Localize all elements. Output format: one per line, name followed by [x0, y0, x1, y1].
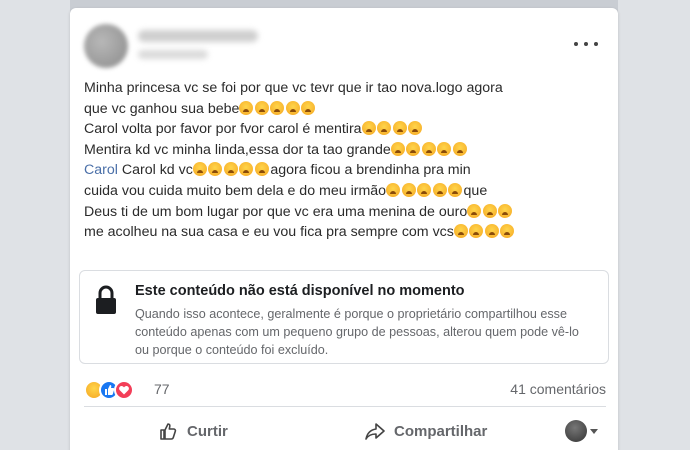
crying-face-icon [254, 162, 269, 177]
comments-count[interactable]: 41 comentários [510, 381, 606, 397]
share-arrow-icon [365, 423, 385, 440]
crying-face-icon [432, 182, 447, 197]
more-options-icon[interactable] [574, 38, 598, 50]
post-stats: 77 41 comentários [84, 378, 606, 402]
crying-face-icon [208, 162, 223, 177]
crying-face-icon [239, 100, 254, 115]
unavailable-title: Este conteúdo não está disponível no mom… [135, 283, 465, 299]
crying-face-icon [452, 141, 467, 156]
like-label: Curtir [187, 422, 228, 440]
post-text: Minha princesa vc se foi por que vc tevr… [84, 78, 614, 243]
author-avatar[interactable] [84, 24, 128, 68]
crying-face-icon [406, 141, 421, 156]
crying-face-icon [448, 182, 463, 197]
post-line: Mentira kd vc minha linda,essa dor ta ta… [84, 140, 614, 161]
post-header [84, 24, 604, 74]
post-line: me acolheu na sua casa e eu vou fica pra… [84, 222, 614, 243]
share-button[interactable]: Compartilhar [364, 414, 487, 448]
crying-face-icon [392, 121, 407, 136]
love-reaction-icon [114, 380, 134, 400]
crying-face-icon [390, 141, 405, 156]
crying-face-icon [361, 121, 376, 136]
post-line: que vc ganhou sua bebe [84, 99, 614, 120]
crying-face-icon [484, 224, 499, 239]
crying-face-icon [453, 224, 468, 239]
crying-face-icon [437, 141, 452, 156]
mention-link[interactable]: Carol [84, 162, 118, 178]
post-line: Deus ti de um bom lugar por que vc era u… [84, 202, 614, 223]
post-card: Minha princesa vc se foi por que vc tevr… [70, 8, 618, 450]
crying-face-icon [301, 100, 316, 115]
crying-face-icon [377, 121, 392, 136]
crying-face-icon [467, 203, 482, 218]
crying-face-icon [482, 203, 497, 218]
crying-face-icon [401, 182, 416, 197]
post-meta-blurred [138, 50, 208, 59]
crying-face-icon [417, 182, 432, 197]
author-name-blurred[interactable] [138, 30, 258, 42]
divider [84, 406, 606, 407]
content-unavailable-box: Este conteúdo não está disponível no mom… [79, 270, 609, 364]
thumbs-up-icon [160, 423, 177, 440]
share-label: Compartilhar [394, 422, 488, 440]
unavailable-description: Quando isso acontece, geralmente é porqu… [135, 307, 579, 357]
post-actions: Curtir Compartilhar [84, 414, 606, 448]
background-left [0, 0, 70, 450]
crying-face-icon [270, 100, 285, 115]
crying-face-icon [192, 162, 207, 177]
crying-face-icon [408, 121, 423, 136]
background-right [618, 0, 690, 450]
chevron-down-icon [590, 428, 598, 434]
crying-face-icon [500, 224, 515, 239]
post-line: Minha princesa vc se foi por que vc tevr… [84, 80, 503, 96]
lock-icon [96, 285, 116, 314]
crying-face-icon [254, 100, 269, 115]
user-avatar [565, 420, 587, 442]
post-line: Carol volta por favor por fvor carol é m… [84, 119, 614, 140]
crying-face-icon [285, 100, 300, 115]
crying-face-icon [386, 182, 401, 197]
audience-selector[interactable] [565, 414, 598, 448]
crying-face-icon [469, 224, 484, 239]
reactions-summary[interactable] [84, 380, 146, 400]
crying-face-icon [239, 162, 254, 177]
crying-face-icon [421, 141, 436, 156]
post-line: cuida vou cuida muito bem dela e do meu … [84, 182, 488, 199]
post-line: Carol Carol kd vc agora ficou a brendinha… [84, 162, 471, 179]
like-button[interactable]: Curtir [159, 414, 228, 448]
crying-face-icon [223, 162, 238, 177]
reactions-count[interactable]: 77 [154, 381, 170, 397]
crying-face-icon [498, 203, 513, 218]
